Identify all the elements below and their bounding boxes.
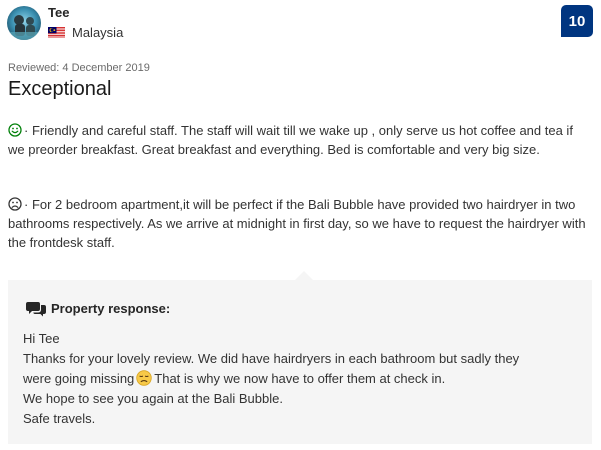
response-title: Property response: (51, 301, 171, 316)
malaysia-flag-icon (48, 26, 65, 38)
property-response: Property response: Hi Tee Thanks for you… (8, 280, 592, 444)
reviewer-name: Tee (48, 5, 70, 20)
response-greeting: Hi Tee (23, 331, 60, 346)
positive-text: · Friendly and careful staff. The staff … (8, 123, 573, 157)
response-line: We hope to see you again at the Bali Bub… (23, 391, 283, 406)
positive-review: · Friendly and careful staff. The staff … (8, 121, 588, 159)
review-title: Exceptional (8, 78, 112, 100)
chat-bubbles-icon (26, 302, 46, 317)
response-line: were going missing That is why we now ha… (23, 369, 583, 389)
avatar-photo (7, 6, 41, 40)
negative-review: · For 2 bedroom apartment,it will be per… (8, 195, 588, 252)
negative-text: · For 2 bedroom apartment,it will be per… (8, 197, 586, 250)
response-body: Hi Tee Thanks for your lovely review. We… (23, 329, 583, 429)
smile-icon (8, 123, 22, 137)
response-line: Thanks for your lovely review. We did ha… (23, 351, 520, 366)
response-line: Safe travels. (23, 411, 96, 426)
disappointed-face-icon (136, 370, 152, 386)
response-line-part: That is why we now have to offer them at… (154, 371, 446, 386)
response-header: Property response: (26, 300, 170, 317)
country-name: Malaysia (72, 24, 124, 40)
reviewed-date: Reviewed: 4 December 2019 (8, 62, 150, 74)
response-line-part: were going missing (23, 371, 135, 386)
reviewer-avatar[interactable] (7, 6, 41, 40)
reviewer-country: Malaysia (48, 23, 123, 41)
score-badge: 10 (561, 5, 593, 37)
review-header: Tee Malaysia 10 (0, 0, 601, 50)
frown-icon (8, 197, 22, 211)
response-caret (295, 271, 313, 280)
